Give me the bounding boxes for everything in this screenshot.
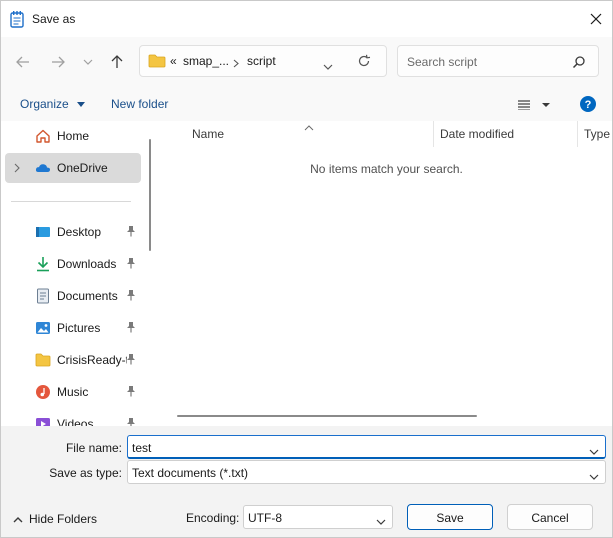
encoding-select[interactable]: UTF-8 [243,505,393,529]
videos-icon [35,416,51,426]
chevron-down-icon[interactable] [376,514,386,528]
folder-icon [35,352,51,368]
cloud-icon [35,160,51,176]
encoding-label: Encoding: [186,511,240,525]
search-input[interactable]: Search script [407,55,477,69]
save-as-dialog: Save as « smap_... script Search script … [0,0,613,538]
hide-folders-label: Hide Folders [29,512,98,526]
close-icon [590,13,602,25]
svg-text:?: ? [585,99,592,111]
sidebar-scrollbar[interactable] [149,139,151,251]
chevron-down-icon[interactable] [323,59,333,73]
breadcrumb-overflow[interactable]: « [170,54,177,68]
pin-icon [126,353,136,368]
search-box[interactable]: Search script [397,45,599,77]
chevron-down-icon[interactable] [589,444,599,458]
column-separator[interactable] [433,121,434,147]
chevron-up-icon [13,516,23,523]
pin-icon [126,417,136,426]
refresh-icon[interactable] [357,54,371,71]
sidebar-item-documents[interactable]: Documents [5,281,141,311]
save-as-type-label: Save as type: [49,466,122,480]
file-name-value[interactable]: test [132,441,151,455]
sidebar-item-onedrive[interactable]: OneDrive [5,153,141,183]
list-view-icon [518,100,550,111]
arrow-right-icon [52,56,65,68]
file-name-label: File name: [65,441,122,455]
notepad-icon [10,10,24,28]
breadcrumb-item[interactable]: smap_... [183,54,229,68]
save-form: File name: test Save as type: Text docum… [1,426,612,492]
help-button[interactable]: ? [580,96,596,115]
pin-icon [126,321,136,336]
content-area: Home OneDrive Desktop Downloads Document… [1,121,612,426]
empty-message: No items match your search. [310,162,463,176]
forward-button[interactable] [47,51,69,73]
save-as-type-value: Text documents (*.txt) [132,466,249,480]
column-header-name[interactable]: Name [192,127,224,141]
pin-icon [126,225,136,240]
cancel-button[interactable]: Cancel [507,504,593,530]
save-button[interactable]: Save [407,504,493,530]
back-button[interactable] [12,51,34,73]
window-title: Save as [32,12,76,26]
sort-ascending-icon [304,120,314,134]
sidebar-item-pictures[interactable]: Pictures [5,313,141,343]
home-icon [35,128,51,144]
title-bar: Save as [1,1,612,37]
organize-button[interactable]: Organize [20,97,86,111]
pictures-icon [35,320,51,336]
pin-icon [126,289,136,304]
desktop-icon [35,224,51,240]
address-bar[interactable]: « smap_... script [139,45,387,77]
file-name-field[interactable]: test [127,435,606,459]
up-button[interactable] [106,51,128,73]
column-separator[interactable] [577,121,578,147]
sidebar-item-videos[interactable]: Videos [5,409,141,426]
horizontal-scrollbar[interactable] [177,415,477,417]
pin-icon [126,257,136,272]
new-folder-button[interactable]: New folder [111,97,168,111]
view-options-button[interactable] [518,99,554,113]
music-icon [35,384,51,400]
sidebar-divider [11,201,131,202]
close-button[interactable] [581,5,611,33]
chevron-down-icon [83,59,93,65]
encoding-value: UTF-8 [248,511,282,525]
navigation-bar: « smap_... script Search script [1,37,612,87]
sidebar-item-label: OneDrive [57,161,108,175]
search-icon[interactable] [572,55,586,72]
arrow-left-icon [16,56,29,68]
dialog-footer: Hide Folders Encoding: UTF-8 Save Cancel [1,492,612,537]
recent-locations-button[interactable] [77,51,99,73]
sidebar-item-downloads[interactable]: Downloads [5,249,141,279]
arrow-up-icon [111,55,123,68]
chevron-right-icon[interactable] [14,162,20,176]
breadcrumb-item[interactable]: script [247,54,276,68]
column-header-type[interactable]: Type [584,127,610,141]
folder-icon [148,54,166,71]
hide-folders-button[interactable]: Hide Folders [13,512,97,526]
help-icon: ? [580,96,596,112]
download-icon [35,256,51,272]
save-as-type-select[interactable]: Text documents (*.txt) [127,460,606,484]
command-bar: Organize New folder ? [1,87,612,121]
caret-down-icon [77,102,86,108]
breadcrumb-separator-icon [233,57,239,71]
sidebar-item-label: CrisisReady-t [57,353,127,367]
organize-label: Organize [20,97,69,111]
sidebar-item-home[interactable]: Home [5,121,141,151]
sidebar-item-label: Home [57,129,90,143]
sidebar-item-desktop[interactable]: Desktop [5,217,141,247]
file-list[interactable]: Name Date modified Type No items match y… [161,121,612,426]
sidebar-item-crisisready[interactable]: CrisisReady-t [5,345,141,375]
pin-icon [126,385,136,400]
column-header-date-modified[interactable]: Date modified [440,127,514,141]
navigation-pane[interactable]: Home OneDrive Desktop Downloads Document… [1,121,156,426]
document-icon [35,288,51,304]
chevron-down-icon[interactable] [589,469,599,483]
sidebar-item-music[interactable]: Music [5,377,141,407]
